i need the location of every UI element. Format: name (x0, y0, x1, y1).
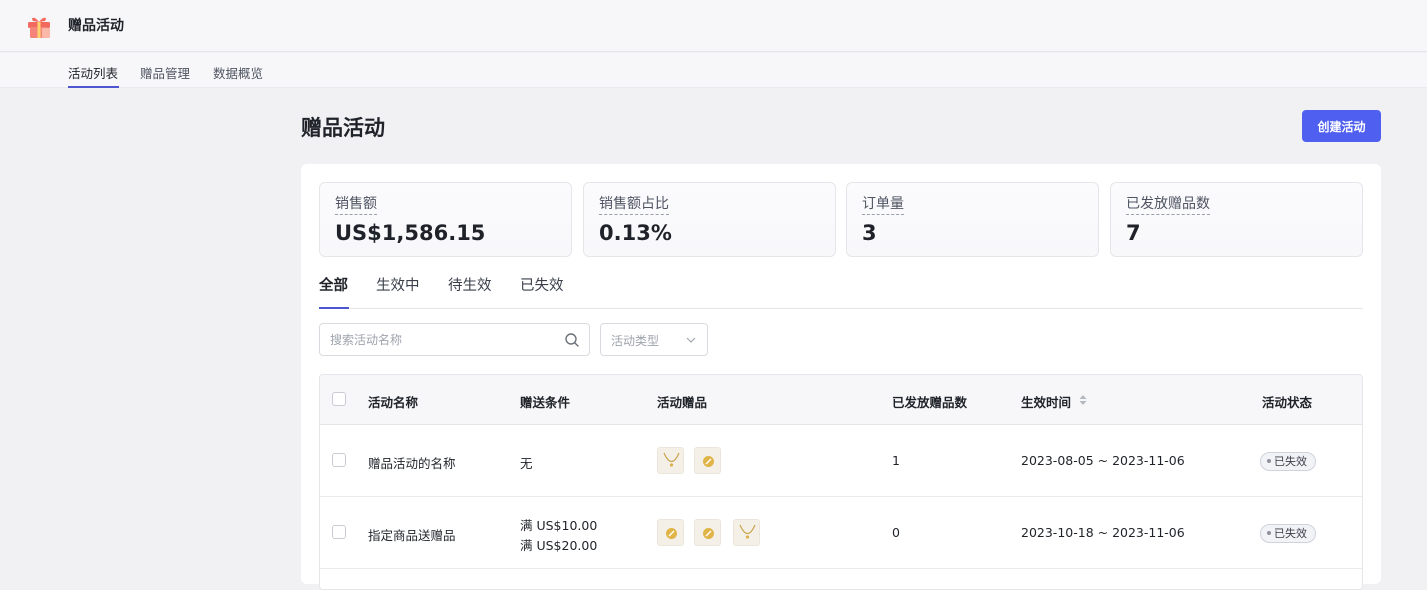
ring-icon (694, 519, 721, 546)
subnav-item-gift-management[interactable]: 赠品管理 (140, 63, 190, 82)
gift-condition: 满 US$10.00 (520, 518, 598, 533)
ring-icon (694, 447, 721, 474)
stat-label[interactable]: 已发放赠品数 (1126, 193, 1210, 215)
stat-card-orders: 订单量 3 (846, 182, 1099, 257)
gift-condition: 无 (520, 456, 533, 471)
table-row[interactable]: 赠品活动的名称 无 1 2023-08-05 ~ 2023-11-06 已失效 (320, 425, 1362, 497)
tabs-divider (319, 308, 1363, 309)
top-bar: 赠品活动 (0, 0, 1427, 52)
subnav-item-activity-list[interactable]: 活动列表 (68, 63, 118, 82)
necklace-icon (733, 519, 760, 546)
status-dot (1267, 531, 1271, 535)
tab-all[interactable]: 全部 (319, 274, 348, 295)
necklace-icon (657, 447, 684, 474)
tab-active[interactable]: 生效中 (376, 274, 420, 295)
column-header-status: 活动状态 (1262, 395, 1313, 410)
subnav-item-data-overview[interactable]: 数据概览 (213, 63, 263, 82)
stat-value: US$1,586.15 (335, 221, 486, 245)
issued-count: 1 (892, 453, 900, 468)
table-row[interactable] (320, 569, 1362, 589)
create-activity-button[interactable]: 创建活动 (1302, 110, 1381, 142)
activity-type-select[interactable]: 活动类型 (600, 323, 708, 356)
table-header: 活动名称 赠送条件 活动赠品 已发放赠品数 生效时间 活动状态 (320, 375, 1362, 425)
search-input[interactable] (330, 331, 550, 349)
stat-card-sales: 销售额 US$1,586.15 (319, 182, 572, 257)
status-dot (1267, 459, 1271, 463)
activity-name[interactable]: 赠品活动的名称 (368, 453, 456, 472)
stat-value: 7 (1126, 221, 1141, 245)
gift-icon (28, 17, 50, 38)
row-checkbox[interactable] (332, 525, 346, 539)
activity-table: 活动名称 赠送条件 活动赠品 已发放赠品数 生效时间 活动状态 赠品活动的名称 … (319, 374, 1363, 590)
issued-count: 0 (892, 525, 900, 540)
table-row[interactable]: 指定商品送赠品 满 US$10.00 满 US$20.00 0 2023-10-… (320, 497, 1362, 569)
search-box (319, 323, 590, 356)
page-title: 赠品活动 (301, 116, 385, 140)
stat-card-sales-share: 销售额占比 0.13% (583, 182, 836, 257)
column-header-conditions: 赠送条件 (520, 395, 571, 410)
status-text: 已失效 (1274, 455, 1307, 468)
row-checkbox[interactable] (332, 453, 346, 467)
stat-value: 0.13% (599, 221, 672, 245)
gift-condition: 满 US$20.00 (520, 538, 598, 553)
tab-expired[interactable]: 已失效 (520, 274, 564, 295)
sub-navigation: 活动列表 赠品管理 数据概览 (0, 53, 1427, 88)
stat-value: 3 (862, 221, 877, 245)
select-placeholder: 活动类型 (611, 334, 660, 348)
column-header-name: 活动名称 (368, 395, 419, 410)
effective-time: 2023-08-05 ~ 2023-11-06 (1021, 453, 1185, 468)
column-header-gifts: 活动赠品 (657, 395, 708, 410)
status-badge: 已失效 (1260, 452, 1316, 471)
stat-card-gifts-issued: 已发放赠品数 7 (1110, 182, 1363, 257)
ring-icon (657, 519, 684, 546)
tab-active-indicator (319, 307, 349, 309)
tab-pending[interactable]: 待生效 (448, 274, 492, 295)
status-text: 已失效 (1274, 527, 1307, 540)
app-title: 赠品活动 (68, 18, 124, 34)
column-header-issued: 已发放赠品数 (892, 395, 968, 410)
select-all-checkbox[interactable] (332, 392, 346, 406)
sort-icon[interactable] (1078, 393, 1088, 407)
stat-label[interactable]: 销售额占比 (599, 193, 669, 215)
effective-time: 2023-10-18 ~ 2023-11-06 (1021, 525, 1185, 540)
chevron-down-icon (686, 337, 696, 343)
activity-name[interactable]: 指定商品送赠品 (368, 525, 456, 544)
stat-label[interactable]: 订单量 (862, 193, 904, 215)
search-icon[interactable] (564, 332, 580, 348)
status-badge: 已失效 (1260, 524, 1316, 543)
stat-label[interactable]: 销售额 (335, 193, 377, 215)
subnav-active-indicator (68, 86, 119, 88)
column-header-time[interactable]: 生效时间 (1021, 392, 1071, 411)
main-card: 销售额 US$1,586.15 销售额占比 0.13% 订单量 3 已发放赠品数… (301, 164, 1381, 590)
